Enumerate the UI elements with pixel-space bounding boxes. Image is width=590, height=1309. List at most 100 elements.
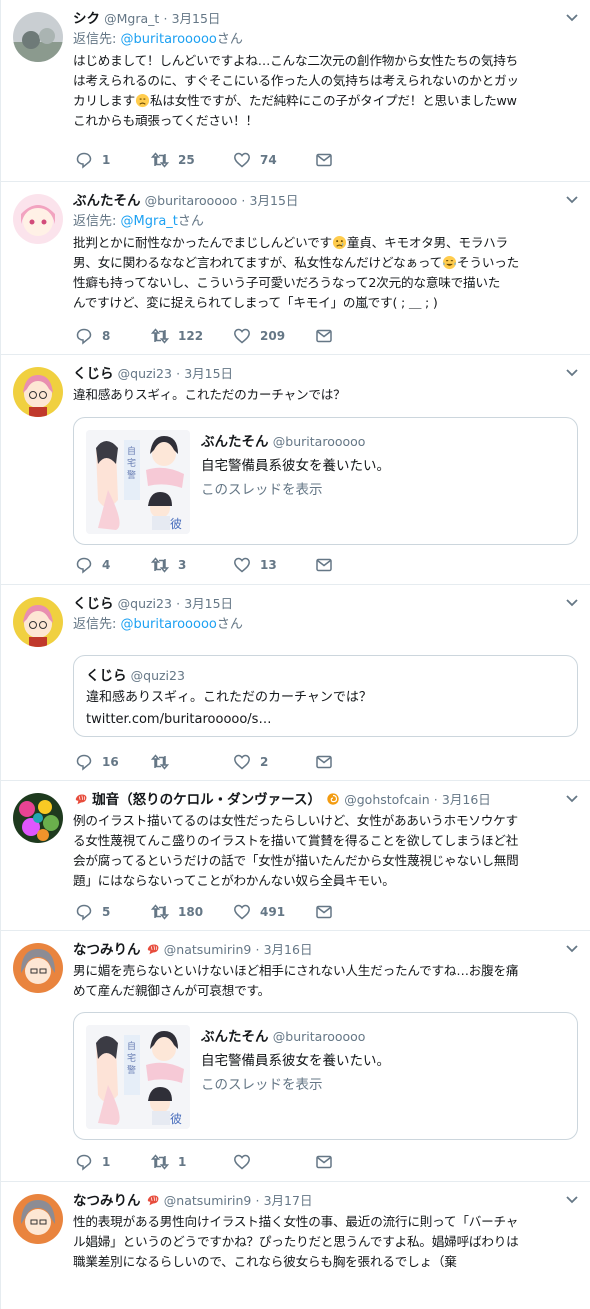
svg-text:自: 自 xyxy=(127,1040,136,1052)
display-name[interactable]: シク xyxy=(73,11,100,27)
tweet-actions: 1 1 xyxy=(73,1152,373,1172)
separator: · xyxy=(163,11,168,26)
reply-button[interactable]: 5 xyxy=(75,902,110,922)
reply-count: 16 xyxy=(102,755,119,769)
like-button[interactable]: 491 xyxy=(233,902,285,922)
chevron-down-icon[interactable] xyxy=(565,11,579,25)
like-button[interactable]: 13 xyxy=(233,555,277,575)
handle[interactable]: @natsumirin9 xyxy=(164,1193,252,1208)
handle[interactable]: @quzi23 xyxy=(118,366,172,381)
chevron-down-icon[interactable] xyxy=(565,366,579,380)
timestamp[interactable]: 3月15日 xyxy=(172,11,221,26)
display-name[interactable]: 珈音（怒りのケロル・ダンヴァース） xyxy=(92,792,321,808)
reply-button[interactable]: 16 xyxy=(75,752,119,772)
tweet[interactable]: 珈音（怒りのケロル・ダンヴァース） @gohstofcain · 3月16日 例… xyxy=(1,781,590,931)
timestamp[interactable]: 3月17日 xyxy=(264,1193,313,1208)
avatar[interactable] xyxy=(13,597,63,647)
retweet-icon xyxy=(151,152,169,168)
handle[interactable]: @buritarooooo xyxy=(145,193,238,208)
tweet[interactable]: なつみりん @natsumirin9 · 3月16日 男に媚を売らないといけない… xyxy=(1,931,590,1182)
retweet-button[interactable]: 180 xyxy=(151,902,203,922)
timestamp[interactable]: 3月15日 xyxy=(184,596,233,611)
card-name: ぶんたそん xyxy=(201,1029,269,1045)
dm-button[interactable] xyxy=(315,752,333,772)
like-button[interactable] xyxy=(233,1152,260,1172)
dm-button[interactable] xyxy=(315,326,333,346)
tweet[interactable]: なつみりん @natsumirin9 · 3月17日 性的表現がある男性向けイラ… xyxy=(1,1182,590,1309)
tweet[interactable]: くじら @quzi23 · 3月15日 返信先: @buritaroooooさん… xyxy=(1,585,590,781)
chevron-down-icon[interactable] xyxy=(565,942,579,956)
quoted-tweet-card[interactable]: 自宅警彼 ぶんたそん @buritarooooo 自宅警備員系彼女を養いたい。 … xyxy=(73,1012,578,1140)
tweet-text: 例のイラスト描いてるのは女性だったらしいけど、女性がああいうホモソウケす る女性… xyxy=(73,811,579,891)
envelope-icon xyxy=(316,755,332,769)
handle[interactable]: @natsumirin9 xyxy=(164,942,252,957)
show-thread-link[interactable]: このスレッドを表示 xyxy=(201,1073,567,1097)
like-button[interactable]: 209 xyxy=(233,326,285,346)
like-button[interactable]: 2 xyxy=(233,752,268,772)
like-count: 2 xyxy=(260,755,269,769)
text-line: カリします 私は女性ですが、ただ純粋にこの子がタイプだ！と思いましたww xyxy=(73,93,517,108)
reply-label: 返信先: xyxy=(73,214,117,229)
reply-button[interactable]: 1 xyxy=(75,150,110,170)
avatar[interactable] xyxy=(13,194,63,244)
reply-icon xyxy=(76,1154,92,1171)
text-line: 男、女に関わるななど言われてますが、私女性なんだけどなぁって そういった xyxy=(73,255,520,270)
timestamp[interactable]: 3月16日 xyxy=(264,942,313,957)
quote-link[interactable]: twitter.com/buritarooooo/s… xyxy=(86,709,565,731)
retweet-button[interactable] xyxy=(151,752,178,772)
reply-icon xyxy=(76,557,92,574)
avatar[interactable] xyxy=(13,12,63,62)
retweet-icon xyxy=(151,1154,169,1170)
display-name[interactable]: くじら xyxy=(73,596,114,612)
text-line: 会が腐ってるというだけの話で「女性が描いたんだから女性蔑視じゃないし無問 xyxy=(73,853,519,868)
chevron-down-icon[interactable] xyxy=(565,596,579,610)
display-name[interactable]: なつみりん xyxy=(73,942,141,958)
envelope-icon xyxy=(316,329,332,343)
avatar[interactable] xyxy=(13,793,63,843)
display-name[interactable]: くじら xyxy=(73,366,114,382)
handle[interactable]: @gohstofcain xyxy=(344,792,429,807)
chevron-down-icon[interactable] xyxy=(565,792,579,806)
dm-button[interactable] xyxy=(315,555,333,575)
reply-button[interactable]: 1 xyxy=(75,1152,110,1172)
timestamp[interactable]: 3月16日 xyxy=(442,792,491,807)
handle[interactable]: @Mgra_t xyxy=(104,11,159,26)
chevron-down-icon[interactable] xyxy=(565,193,579,207)
mention-link[interactable]: @buritarooooo xyxy=(121,617,217,632)
avatar[interactable] xyxy=(13,1194,63,1244)
separator: · xyxy=(176,596,181,611)
text-line: んですけど、変に捉えられてしまって「キモイ」の嵐です( ; ＿ ; ) xyxy=(73,295,438,310)
dm-button[interactable] xyxy=(315,150,333,170)
separator: · xyxy=(255,1193,260,1208)
mention-link[interactable]: @Mgra_t xyxy=(121,214,178,229)
display-name[interactable]: ぶんたそん xyxy=(73,193,141,209)
mention-link[interactable]: @buritarooooo xyxy=(121,32,217,47)
timestamp[interactable]: 3月15日 xyxy=(184,366,233,381)
timestamp[interactable]: 3月15日 xyxy=(250,193,299,208)
like-button[interactable]: 74 xyxy=(233,150,277,170)
tweet[interactable]: ぶんたそん @buritarooooo · 3月15日 返信先: @Mgra_t… xyxy=(1,182,590,355)
quoted-tweet-card[interactable]: 自宅警彼 ぶんたそん @buritarooooo 自宅警備員系彼女を養いたい。 … xyxy=(73,417,578,545)
dm-button[interactable] xyxy=(315,1152,333,1172)
chevron-down-icon[interactable] xyxy=(565,1193,579,1207)
reply-icon xyxy=(76,152,92,169)
avatar[interactable] xyxy=(13,943,63,993)
card-handle: @buritarooooo xyxy=(272,434,366,449)
tweet[interactable]: くじら @quzi23 · 3月15日 違和感ありスギィ。これただのカーチャンで… xyxy=(1,355,590,585)
avatar[interactable] xyxy=(13,367,63,417)
display-name[interactable]: なつみりん xyxy=(73,1193,141,1209)
retweet-button[interactable]: 3 xyxy=(151,555,186,575)
retweet-button[interactable]: 122 xyxy=(151,326,203,346)
retweet-button[interactable]: 1 xyxy=(151,1152,186,1172)
retweet-icon xyxy=(151,328,169,344)
text-line: は考えられるのに、すぐそこにいる作った人の気持ちは考えられないのかとガッ xyxy=(73,73,519,88)
reply-button[interactable]: 8 xyxy=(75,326,110,346)
tweet[interactable]: シク @Mgra_t · 3月15日 返信先: @buritaroooooさん … xyxy=(1,0,590,182)
show-thread-link[interactable]: このスレッドを表示 xyxy=(201,478,567,502)
retweet-button[interactable]: 25 xyxy=(151,150,195,170)
separator: · xyxy=(176,366,181,381)
dm-button[interactable] xyxy=(315,902,333,922)
handle[interactable]: @quzi23 xyxy=(118,596,172,611)
reply-button[interactable]: 4 xyxy=(75,555,110,575)
quoted-tweet-card[interactable]: くじら @quzi23 違和感ありスギィ。これただのカーチャンでは？ twitt… xyxy=(73,655,578,737)
